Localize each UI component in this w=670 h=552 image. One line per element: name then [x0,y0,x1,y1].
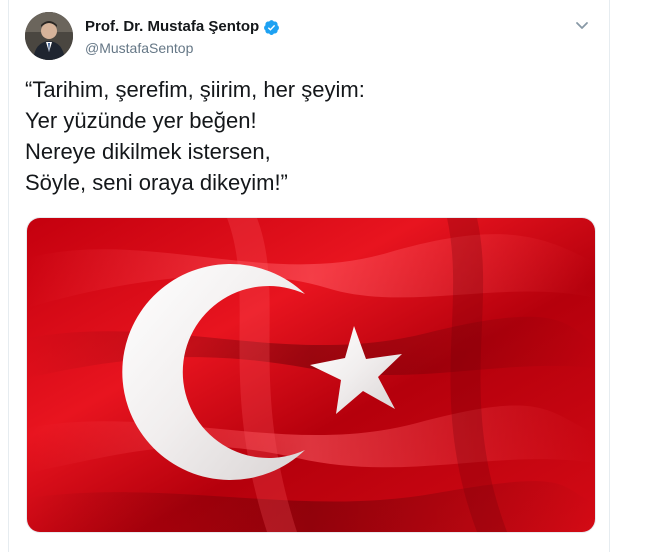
tweet-header: Prof. Dr. Mustafa Şentop @MustafaSentop [25,12,593,62]
tweet-card[interactable]: Prof. Dr. Mustafa Şentop @MustafaSentop … [8,0,610,552]
tweet-text: “Tarihim, şerefim, şiirim, her şeyim: Ye… [25,77,365,195]
tweet-photo[interactable] [26,217,596,533]
avatar-photo [25,12,73,60]
avatar[interactable] [25,12,73,60]
author-info: Prof. Dr. Mustafa Şentop @MustafaSentop [85,17,280,58]
display-name[interactable]: Prof. Dr. Mustafa Şentop [85,17,259,37]
handle[interactable]: @MustafaSentop [85,38,280,58]
chevron-down-icon[interactable] [573,16,591,34]
verified-badge-icon [263,19,280,36]
turkish-flag-image [27,218,595,532]
